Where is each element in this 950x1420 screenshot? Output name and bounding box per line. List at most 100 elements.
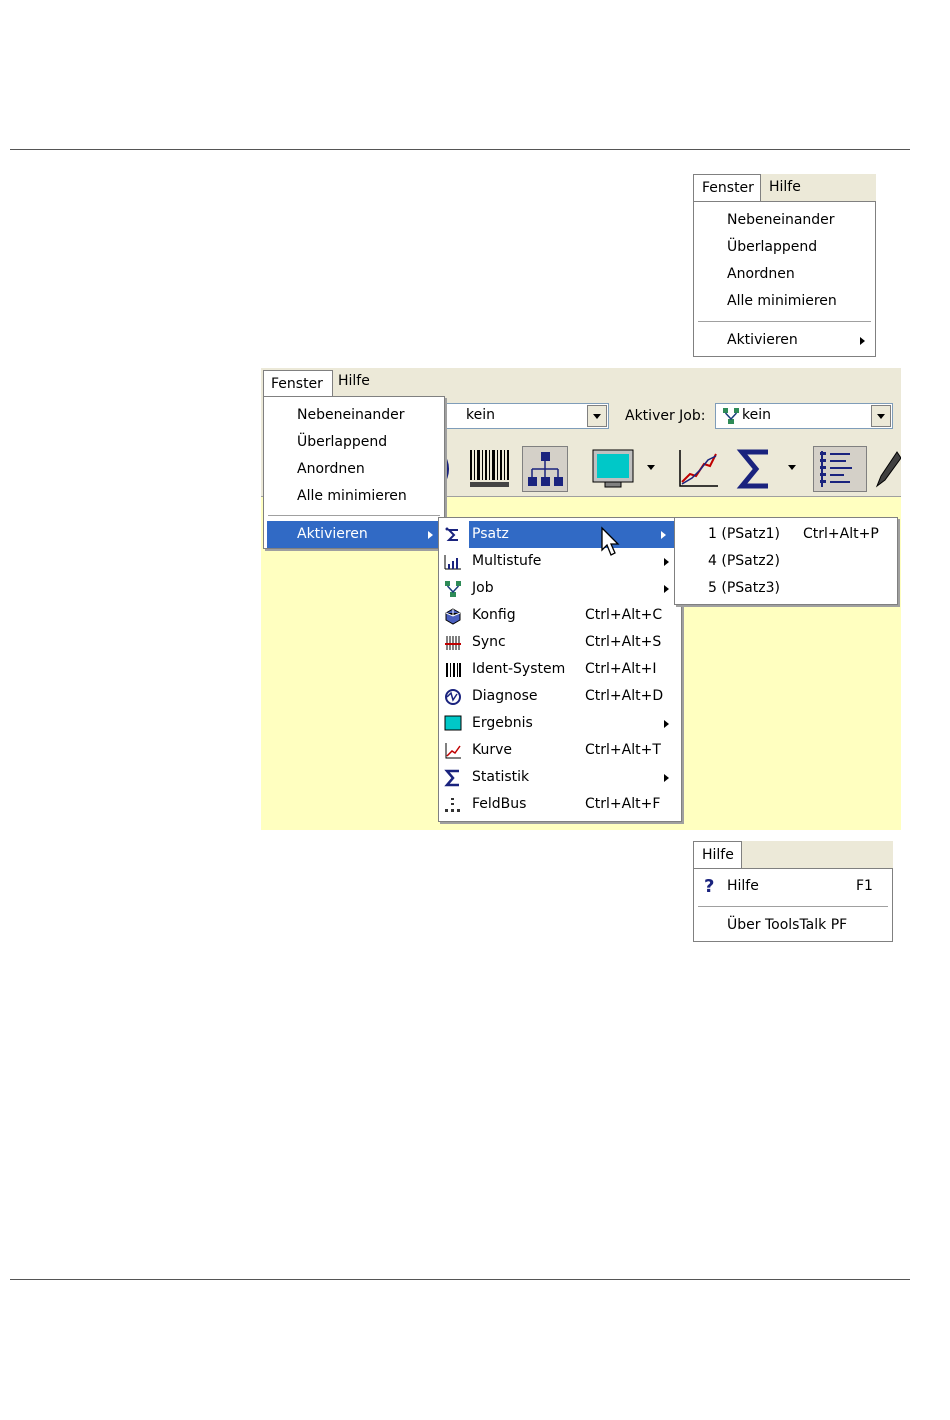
menubar-help: Hilfe	[693, 841, 893, 868]
monitor-dropdown-icon[interactable]	[647, 465, 655, 470]
help-question-icon: ?	[704, 876, 715, 897]
menu-item-shortcut: Ctrl+Alt+F	[585, 796, 661, 812]
menu-item-label: Überlappend	[727, 239, 818, 255]
menu-item-diagnose[interactable]: Diagnose Ctrl+Alt+D	[439, 683, 681, 710]
submenu-arrow-icon	[664, 585, 669, 593]
menu-item-label: Konfig	[472, 607, 516, 623]
combo-dropdown-button[interactable]	[871, 405, 891, 427]
menu-item-label: Aktivieren	[297, 526, 368, 542]
menu-item-label: Ergebnis	[472, 715, 533, 731]
menu-hilfe[interactable]: Hilfe	[693, 841, 742, 868]
barcode-icon[interactable]	[468, 446, 512, 490]
menu-fenster[interactable]: Fenster	[263, 370, 333, 396]
menu-item-anordnen[interactable]: Anordnen	[694, 261, 875, 288]
diagnose-icon	[444, 688, 462, 706]
menu-item-shortcut: Ctrl+Alt+C	[585, 607, 663, 623]
menu-item-label: 5 (PSatz3)	[708, 580, 780, 596]
menu-item-label: Aktivieren	[727, 332, 798, 348]
menu-item-ident-system[interactable]: Ident-System Ctrl+Alt+I	[439, 656, 681, 683]
psatz-combo[interactable]: kein	[439, 403, 609, 429]
menubar-main: Fenster Hilfe	[261, 368, 901, 396]
submenu-arrow-icon	[428, 531, 433, 539]
menu-item-feldbus[interactable]: FeldBus Ctrl+Alt+F	[439, 791, 681, 818]
sync-icon	[444, 634, 462, 652]
combo-dropdown-button[interactable]	[587, 405, 607, 427]
menu-item-psatz[interactable]: Psatz	[445, 521, 678, 548]
menu-item-alle-minimieren[interactable]: Alle minimieren	[264, 483, 444, 510]
menu-item-anordnen[interactable]: Anordnen	[264, 456, 444, 483]
menu-hilfe[interactable]: Hilfe	[332, 368, 376, 394]
menu-separator	[698, 906, 888, 908]
menu-item-nebeneinander[interactable]: Nebeneinander	[694, 207, 875, 234]
menu-item-shortcut: Ctrl+Alt+T	[585, 742, 661, 758]
menu-item-shortcut: Ctrl+Alt+D	[585, 688, 664, 704]
psatz-submenu: 1 (PSatz1) Ctrl+Alt+P 4 (PSatz2) 5 (PSatz3)	[674, 517, 898, 605]
hilfe-menu: ? Hilfe F1 Über ToolsTalk PF	[693, 868, 893, 942]
menu-item-statistik[interactable]: Statistik	[439, 764, 681, 791]
fieldbus-list-button[interactable]	[813, 446, 867, 492]
menu-item-label: Statistik	[472, 769, 530, 785]
menu-item-label: Alle minimieren	[297, 488, 407, 504]
menu-fenster[interactable]: Fenster	[693, 174, 761, 201]
menu-item-label: Job	[472, 580, 494, 596]
pen-icon[interactable]	[873, 450, 901, 490]
header-rule	[10, 149, 910, 150]
hierarchy-button[interactable]	[522, 446, 568, 492]
menu-item-label: Anordnen	[727, 266, 795, 282]
menu-separator	[268, 515, 440, 517]
menu-item-shortcut: Ctrl+Alt+I	[585, 661, 657, 677]
menu-item-alle-minimieren[interactable]: Alle minimieren	[694, 288, 875, 315]
curve-icon	[444, 742, 462, 760]
menubar-top: Fenster Hilfe	[693, 174, 876, 201]
menu-item-hilfe[interactable]: ? Hilfe F1	[694, 873, 892, 900]
monitor-icon[interactable]	[591, 448, 635, 490]
job-icon	[444, 580, 462, 598]
menu-hilfe[interactable]: Hilfe	[763, 174, 807, 201]
mouse-cursor-icon	[601, 526, 620, 556]
menu-item-label: Hilfe	[727, 878, 759, 894]
psatz-combo-value: kein	[466, 407, 495, 423]
konfig-icon	[444, 607, 462, 625]
menu-item-label: Alle minimieren	[727, 293, 837, 309]
menu-item-ergebnis[interactable]: Ergebnis	[439, 710, 681, 737]
menu-item-psatz-1[interactable]: 1 (PSatz1) Ctrl+Alt+P	[675, 521, 897, 548]
submenu-arrow-icon	[664, 774, 669, 782]
fenster-menu-top: Nebeneinander Überlappend Anordnen Alle …	[693, 201, 876, 357]
hierarchy-icon	[528, 452, 563, 486]
menu-item-ueberlappend[interactable]: Überlappend	[264, 429, 444, 456]
menu-item-nebeneinander[interactable]: Nebeneinander	[264, 402, 444, 429]
job-icon	[723, 408, 739, 424]
menu-item-kurve[interactable]: Kurve Ctrl+Alt+T	[439, 737, 681, 764]
psatz-icon	[444, 526, 462, 544]
active-job-combo-value: kein	[742, 407, 771, 423]
menu-item-aktivieren[interactable]: Aktivieren	[694, 327, 875, 354]
active-job-combo[interactable]: kein	[715, 403, 893, 429]
menu-item-multistufe[interactable]: Multistufe	[439, 548, 681, 575]
menu-item-psatz-2[interactable]: 4 (PSatz2)	[675, 548, 897, 575]
multistufe-icon	[444, 553, 462, 571]
menu-item-sync[interactable]: Sync Ctrl+Alt+S	[439, 629, 681, 656]
sigma-dropdown-icon[interactable]	[788, 465, 796, 470]
menu-separator	[698, 321, 871, 323]
menu-item-job[interactable]: Job	[439, 575, 681, 602]
menu-item-label: FeldBus	[472, 796, 527, 812]
menu-item-label: Nebeneinander	[297, 407, 405, 423]
curve-icon[interactable]	[676, 448, 720, 490]
monitor-icon	[444, 715, 462, 733]
menu-item-label: Ident-System	[472, 661, 566, 677]
menu-item-psatz-3[interactable]: 5 (PSatz3)	[675, 575, 897, 602]
menu-item-label: Überlappend	[297, 434, 388, 450]
menu-item-konfig[interactable]: Konfig Ctrl+Alt+C	[439, 602, 681, 629]
menu-item-aktivieren[interactable]: Aktivieren	[267, 521, 441, 548]
submenu-arrow-icon	[860, 337, 865, 345]
menu-item-shortcut: Ctrl+Alt+P	[803, 526, 879, 542]
menu-item-ueberlappend[interactable]: Überlappend	[694, 234, 875, 261]
submenu-arrow-icon	[664, 720, 669, 728]
menu-item-label: Über ToolsTalk PF	[727, 917, 848, 933]
sigma-icon[interactable]	[736, 448, 774, 490]
submenu-arrow-icon	[661, 531, 666, 539]
menu-item-about[interactable]: Über ToolsTalk PF	[694, 912, 892, 939]
fieldbus-list-icon	[820, 451, 852, 487]
menu-item-label: Psatz	[472, 526, 509, 542]
fieldbus-icon	[444, 796, 462, 814]
